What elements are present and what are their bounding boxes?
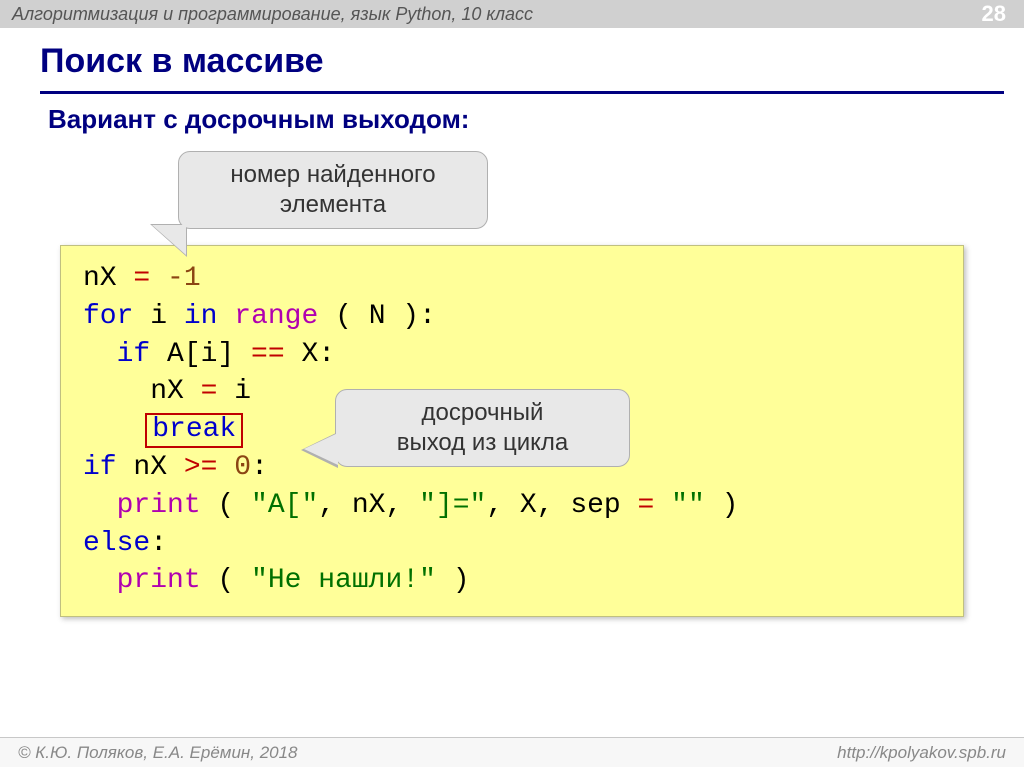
header-title: Алгоритмизация и программирование, язык …	[12, 4, 533, 25]
code-kw: in	[184, 301, 218, 332]
break-highlight: break	[145, 413, 243, 448]
code-kw: if	[83, 452, 117, 483]
code-kw: else	[83, 528, 150, 559]
callout-text: досрочный выход из цикла	[397, 399, 569, 456]
code-kw: if	[117, 339, 151, 370]
page-title: Поиск в массиве	[0, 28, 1024, 91]
subtitle: Вариант с досрочным выходом:	[0, 94, 1024, 135]
code-op: =	[638, 490, 655, 521]
footer-url: http://kpolyakov.spb.ru	[837, 743, 1006, 763]
callout-tail	[304, 433, 338, 465]
slide-footer: © К.Ю. Поляков, Е.А. Ерёмин, 2018 http:/…	[0, 737, 1024, 767]
code-text: nX	[83, 263, 133, 294]
code-op: ==	[251, 339, 285, 370]
code-str: "A["	[251, 490, 318, 521]
callout-early-exit: досрочный выход из цикла	[335, 389, 630, 467]
callout-found-index: номер найденного элемента	[178, 151, 488, 229]
code-str: ""	[671, 490, 705, 521]
callout-tail	[152, 225, 186, 255]
code-str: "Не нашли!"	[251, 565, 436, 596]
code-str: "]="	[419, 490, 486, 521]
callout-text: номер найденного элемента	[230, 161, 435, 218]
code-builtin: range	[234, 301, 318, 332]
code-num: 0	[234, 452, 251, 483]
code-op: =	[133, 263, 150, 294]
code-op: >=	[184, 452, 218, 483]
footer-copyright: © К.Ю. Поляков, Е.А. Ерёмин, 2018	[18, 743, 298, 763]
code-kw: for	[83, 301, 133, 332]
code-builtin: print	[117, 565, 201, 596]
code-num: -1	[167, 263, 201, 294]
code-kw: break	[152, 414, 236, 445]
code-builtin: print	[117, 490, 201, 521]
slide-header: Алгоритмизация и программирование, язык …	[0, 0, 1024, 28]
page-number: 28	[982, 1, 1012, 27]
code-op: =	[201, 376, 218, 407]
